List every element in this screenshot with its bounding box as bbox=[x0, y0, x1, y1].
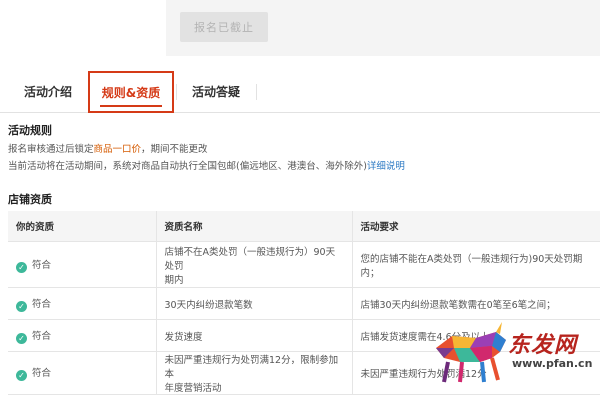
qualification-name-cell: 未因严重违规行为处罚满12分，限制参加本 年度营销活动 bbox=[155, 351, 352, 395]
qualification-name-cell: 店铺不在A类处罚（一般违规行为）90天处罚期内 bbox=[155, 241, 352, 288]
tab-bar: 活动介绍 规则&资质 活动答疑 bbox=[0, 71, 600, 113]
qualification-name-line: 发货速度 bbox=[164, 331, 203, 343]
qualification-name-cell: 发货速度 bbox=[155, 319, 352, 352]
column-header: 你的资质 bbox=[8, 211, 156, 242]
qualification-name-line: 未因严重违规行为处罚满12分，限制参加本 bbox=[164, 355, 339, 380]
requirement-cell: 店铺30天内纠纷退款笔数需在0笔至6笔之间； bbox=[351, 287, 600, 320]
rule-text: 当前活动将在活动期间，系统对商品自动执行全国包邮(偏远地区、港澳台、海外除外) bbox=[8, 161, 367, 172]
qualification-name-line: 30天内纠纷退款笔数 bbox=[164, 299, 253, 311]
watermark-url: www.pfan.cn bbox=[512, 357, 593, 370]
check-icon: ✓ bbox=[16, 261, 27, 273]
requirement-cell: 您的店铺不能在A类处罚（一般违规行为)90天处罚期内； bbox=[351, 241, 600, 288]
status-cell: ✓ 符合 bbox=[8, 241, 156, 288]
rule-lock-price: 报名审核通过后锁定商品一口价，期间不能更改 bbox=[8, 141, 208, 155]
check-icon: ✓ bbox=[16, 332, 27, 344]
watermark-logo-text: 东发网 bbox=[508, 333, 578, 358]
rule-free-shipping: 当前活动将在活动期间，系统对商品自动执行全国包邮(偏远地区、港澳台、海外除外)详… bbox=[8, 158, 405, 172]
status-text: 符合 bbox=[32, 298, 52, 310]
tab-divider bbox=[176, 84, 177, 100]
status-text: 符合 bbox=[32, 259, 52, 271]
bull-logo-icon bbox=[436, 322, 506, 383]
table-header-row: 你的资质 资质名称 活动要求 bbox=[8, 211, 600, 242]
column-header: 资质名称 bbox=[155, 211, 352, 242]
signup-closed-button[interactable]: 报名已截止 bbox=[180, 12, 268, 42]
rule-text: ，期间不能更改 bbox=[141, 144, 208, 155]
tab-divider bbox=[256, 84, 257, 100]
tab-activity-intro[interactable]: 活动介绍 bbox=[10, 72, 86, 111]
fixed-price-highlight: 商品一口价 bbox=[93, 144, 142, 155]
check-icon: ✓ bbox=[16, 370, 27, 381]
rules-heading: 活动规则 bbox=[8, 124, 52, 137]
tab-activity-qa[interactable]: 活动答疑 bbox=[178, 72, 254, 111]
rule-text: 报名审核通过后锁定 bbox=[8, 144, 94, 155]
table-row: ✓ 符合 店铺不在A类处罚（一般违规行为）90天处罚期内 您的店铺不能在A类处罚（… bbox=[8, 241, 600, 288]
qualification-name-line: 期内 bbox=[164, 274, 184, 286]
table-row: ✓ 符合 30天内纠纷退款笔数 店铺30天内纠纷退款笔数需在0笔至6笔之间； bbox=[8, 287, 600, 320]
tab-rules-qualification[interactable]: 规则&资质 bbox=[88, 71, 174, 113]
qualification-name-line: 店铺不在A类处罚（一般违规行为）90天处罚 bbox=[164, 246, 336, 272]
status-cell: ✓ 符合 bbox=[8, 319, 156, 352]
status-cell: ✓ 符合 bbox=[8, 351, 156, 395]
status-cell: ✓ 符合 bbox=[8, 287, 156, 320]
qualification-heading: 店铺资质 bbox=[8, 193, 52, 206]
status-text: 符合 bbox=[32, 330, 52, 342]
status-text: 符合 bbox=[32, 368, 52, 379]
column-header: 活动要求 bbox=[351, 211, 600, 242]
qualification-name-cell: 30天内纠纷退款笔数 bbox=[155, 287, 352, 320]
check-icon: ✓ bbox=[16, 300, 27, 312]
details-link[interactable]: 详细说明 bbox=[367, 161, 405, 172]
